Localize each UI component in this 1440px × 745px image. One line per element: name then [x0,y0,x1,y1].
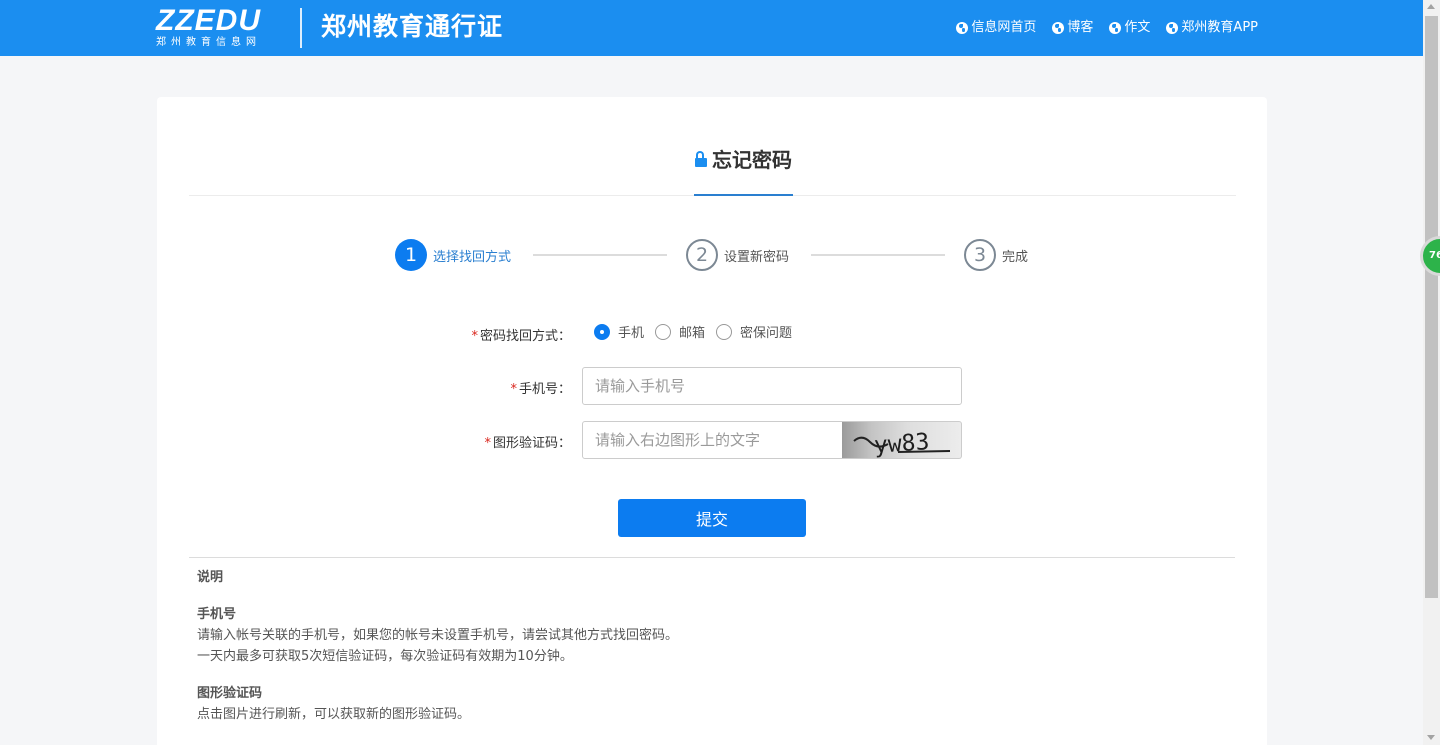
site-logo[interactable]: ZZEDU 郑州教育信息网 [156,4,261,50]
step-label: 选择找回方式 [433,249,512,265]
notes-phone-title: 手机号 [197,607,237,622]
method-radio-group: 手机 邮箱 密保问题 [594,322,803,341]
captcha-label: * 图形验证码： [484,436,571,451]
site-title: 郑州教育通行证 [321,12,504,41]
nav-link-essay[interactable]: 作文 [1109,18,1150,38]
step-label: 设置新密码 [724,249,790,265]
notes-phone-line: 一天内最多可获取5次短信验证码，每次验证码有效期为10分钟。 [197,649,573,664]
globe-icon [1166,22,1179,34]
nav-link-label: 博客 [1067,20,1094,35]
captcha-image[interactable]: yw83 [842,421,962,459]
notes-captcha-title: 图形验证码 [197,686,263,701]
logo-main-text: ZZEDU [156,4,261,37]
page-title: 忘记密码 [694,149,793,196]
radio-email[interactable] [655,323,672,340]
step-3: 3 完成 [964,239,1028,271]
nav-link-label: 信息网首页 [971,20,1037,35]
method-label: * 密码找回方式： [471,329,571,344]
captcha-row: *图形验证码： yw83 [157,421,1267,459]
page-title-text: 忘记密码 [712,148,792,172]
scroll-down-arrow-icon[interactable] [1427,735,1435,740]
logo-sub-text: 郑州教育信息网 [156,37,261,48]
globe-icon [1052,22,1065,34]
radio-email-label[interactable]: 邮箱 [679,322,705,341]
phone-row: * 手机号： [157,367,1267,405]
nav-link-blog[interactable]: 博客 [1052,18,1093,38]
captcha-graphic: yw83 [853,429,951,459]
nav-link-label: 郑州教育APP [1181,20,1258,35]
logo-divider [300,8,302,48]
step-number: 1 [395,239,427,271]
phone-label: * 手机号： [510,382,571,397]
main-card: 忘记密码 1 选择找回方式 2 设置新密码 3 完成 * 密码找回方式： 手机 邮… [157,97,1267,745]
captcha-text: yw83 [873,429,930,459]
step-label: 完成 [1002,249,1029,265]
title-bar: 忘记密码 [189,97,1236,196]
step-number: 2 [686,239,718,271]
step-connector [533,254,667,256]
globe-icon [1109,22,1122,34]
radio-phone-label[interactable]: 手机 [618,322,644,341]
notes-section: 说明 手机号 请输入帐号关联的手机号，如果您的帐号未设置手机号，请尝试其他方式找… [197,567,1197,725]
step-connector [811,254,945,256]
submit-button[interactable]: 提交 [618,499,806,537]
phone-input[interactable] [582,367,962,405]
radio-security-question[interactable] [716,323,733,340]
lock-open-icon [695,151,707,167]
top-header: ZZEDU 郑州教育信息网 郑州教育通行证 信息网首页 博客 作文 郑州教育AP… [0,0,1423,56]
step-number: 3 [964,239,996,271]
globe-icon [956,22,969,34]
nav-link-home[interactable]: 信息网首页 [956,18,1036,38]
notes-heading: 说明 [197,570,224,585]
section-divider [189,557,1235,558]
top-nav: 信息网首页 博客 作文 郑州教育APP [956,18,1258,38]
scroll-thumb[interactable] [1425,16,1438,598]
page-scrollbar[interactable] [1423,0,1440,745]
method-row: * 密码找回方式： 手机 邮箱 密保问题 [157,322,1267,344]
nav-link-label: 作文 [1124,20,1151,35]
radio-phone[interactable] [594,323,610,340]
notes-captcha-line: 点击图片进行刷新，可以获取新的图形验证码。 [197,707,471,722]
captcha-input[interactable] [582,421,843,459]
scroll-up-arrow-icon[interactable] [1427,4,1435,9]
step-1: 1 选择找回方式 [395,239,511,271]
nav-link-app[interactable]: 郑州教育APP [1166,18,1258,38]
radio-security-question-label[interactable]: 密保问题 [740,322,792,341]
step-2: 2 设置新密码 [686,239,789,271]
notes-phone-line: 请输入帐号关联的手机号，如果您的帐号未设置手机号，请尝试其他方式找回密码。 [197,628,679,643]
step-indicator: 1 选择找回方式 2 设置新密码 3 完成 [395,239,1035,271]
